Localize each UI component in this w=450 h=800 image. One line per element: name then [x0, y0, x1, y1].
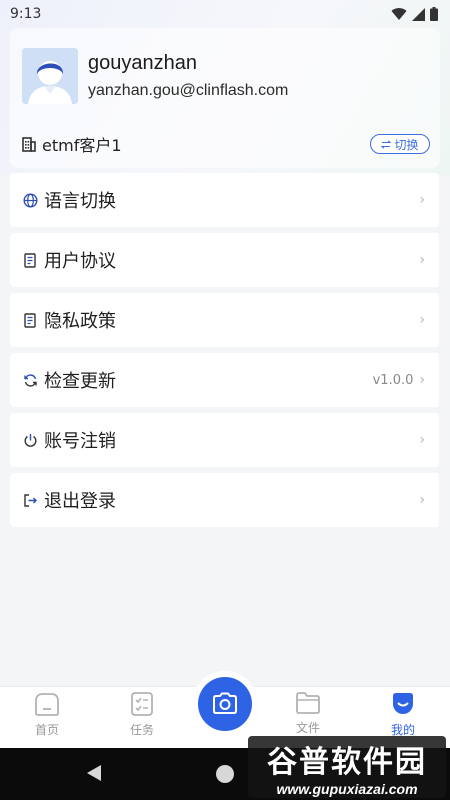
- logout-icon: [22, 492, 38, 508]
- status-time: 9:13: [10, 6, 42, 22]
- signal-icon: [412, 7, 425, 21]
- globe-icon: [22, 192, 38, 208]
- switch-tenant-button[interactable]: 切换: [370, 134, 430, 154]
- tab-home-label: 首页: [34, 723, 59, 737]
- menu-item-delete-account[interactable]: 账号注销 ›: [10, 413, 439, 467]
- camera-button[interactable]: [198, 677, 252, 731]
- back-icon[interactable]: [86, 764, 102, 782]
- menu-label-logout: 退出登录: [44, 491, 116, 512]
- status-bar: 9:13: [0, 0, 450, 28]
- menu-item-check-update[interactable]: 检查更新 v1.0.0 ›: [10, 353, 439, 407]
- chevron-right-icon: ›: [419, 252, 425, 268]
- refresh-icon: [22, 372, 38, 388]
- avatar-icon: [22, 48, 78, 104]
- menu-item-privacy-policy[interactable]: 隐私政策 ›: [10, 293, 439, 347]
- camera-icon: [213, 692, 237, 714]
- status-icons: [391, 7, 438, 21]
- app-version: v1.0.0: [372, 372, 414, 388]
- menu-item-language[interactable]: 语言切换 ›: [10, 173, 439, 227]
- building-icon: [22, 136, 36, 152]
- watermark: 谷普软件园 www.gupuxiazai.com: [248, 736, 446, 798]
- tenant-name: etmf客户1: [42, 136, 122, 155]
- wifi-icon: [391, 8, 407, 20]
- chevron-right-icon: ›: [419, 432, 425, 448]
- chevron-right-icon: ›: [419, 192, 425, 208]
- document-icon: [22, 252, 38, 268]
- document-icon: [22, 312, 38, 328]
- tab-files-label: 文件: [295, 721, 320, 735]
- menu-label-privacy-policy: 隐私政策: [44, 311, 116, 332]
- user-email: yanzhan.gou@clinflash.com: [88, 82, 289, 99]
- swap-icon: [381, 139, 392, 149]
- menu-item-logout[interactable]: 退出登录 ›: [10, 473, 439, 527]
- username: gouyanzhan: [88, 52, 197, 74]
- switch-tenant-label: 切换: [394, 137, 419, 152]
- battery-icon: [430, 7, 438, 21]
- profile-face-icon: [393, 693, 413, 714]
- chevron-right-icon: ›: [419, 312, 425, 328]
- menu-label-user-agreement: 用户协议: [44, 251, 116, 272]
- menu-label-check-update: 检查更新: [44, 371, 116, 392]
- watermark-title: 谷普软件园: [267, 745, 427, 780]
- chevron-right-icon: ›: [419, 372, 425, 388]
- menu-item-user-agreement[interactable]: 用户协议 ›: [10, 233, 439, 287]
- profile-card: gouyanzhan yanzhan.gou@clinflash.com etm…: [10, 28, 440, 168]
- power-icon: [22, 432, 38, 448]
- menu-label-delete-account: 账号注销: [44, 431, 116, 452]
- tenant-row: etmf客户1: [22, 132, 122, 156]
- chevron-right-icon: ›: [419, 492, 425, 508]
- menu-label-language: 语言切换: [44, 191, 116, 212]
- folder-icon: [296, 692, 320, 714]
- home-nav-icon[interactable]: [216, 765, 234, 783]
- task-list-icon: [131, 692, 153, 716]
- watermark-url: www.gupuxiazai.com: [276, 781, 418, 797]
- tab-home[interactable]: 首页: [17, 691, 77, 745]
- avatar[interactable]: [22, 48, 78, 104]
- tab-tasks-label: 任务: [129, 723, 154, 737]
- home-icon: [35, 693, 59, 716]
- tab-tasks[interactable]: 任务: [112, 691, 172, 745]
